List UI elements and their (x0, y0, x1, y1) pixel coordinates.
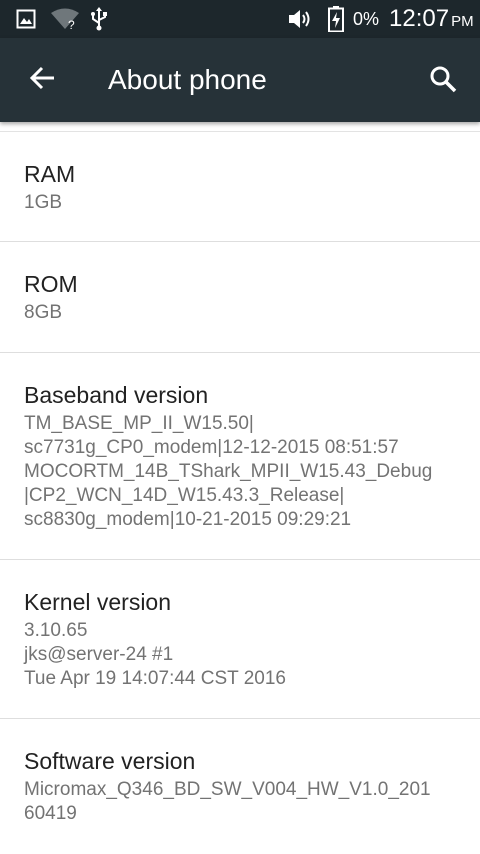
item-value: TM_BASE_MP_II_W15.50| sc7731g_CP0_modem|… (24, 413, 433, 530)
battery-percentage: 0% (353, 9, 380, 29)
item-value: 3.10.65 jks@server-24 #1 Tue Apr 19 14:0… (24, 620, 286, 689)
status-bar: ? 0% 12:07 PM (0, 0, 480, 38)
list-item-software-version[interactable]: Software version Micromax_Q346_BD_SW_V00… (0, 719, 480, 854)
search-icon (429, 65, 457, 98)
item-label: RAM (24, 161, 76, 187)
list-item-rom[interactable]: ROM 8GB (0, 242, 480, 353)
item-value: 1GB (24, 192, 63, 213)
item-label: ROM (24, 271, 78, 297)
image-icon (14, 6, 38, 32)
arrow-back-icon (29, 66, 55, 95)
item-value: 8GB (24, 302, 63, 323)
search-button[interactable] (422, 60, 464, 102)
item-value: Micromax_Q346_BD_SW_V004_HW_V1.0_201 604… (24, 779, 431, 824)
item-label: Software version (24, 748, 196, 774)
app-bar: About phone (0, 38, 480, 122)
settings-list: RAM 1GB ROM 8GB Baseband version TM_BASE… (0, 132, 480, 854)
volume-icon (286, 6, 314, 32)
back-button[interactable] (22, 60, 62, 100)
battery-charging-icon (326, 6, 346, 32)
item-label: Baseband version (24, 382, 209, 408)
clock-time: 12:07 (389, 5, 450, 32)
usb-icon (88, 6, 110, 32)
clock-ampm: PM (451, 13, 474, 30)
list-item-ram[interactable]: RAM 1GB (0, 132, 480, 242)
page-title: About phone (108, 64, 267, 95)
list-item-baseband-version[interactable]: Baseband version TM_BASE_MP_II_W15.50| s… (0, 353, 480, 560)
item-label: Kernel version (24, 589, 172, 615)
clock: 12:07 PM (389, 5, 474, 36)
wifi-unknown-icon: ? (50, 6, 80, 32)
list-item-kernel-version[interactable]: Kernel version 3.10.65 jks@server-24 #1 … (0, 560, 480, 719)
svg-text:?: ? (68, 18, 75, 30)
